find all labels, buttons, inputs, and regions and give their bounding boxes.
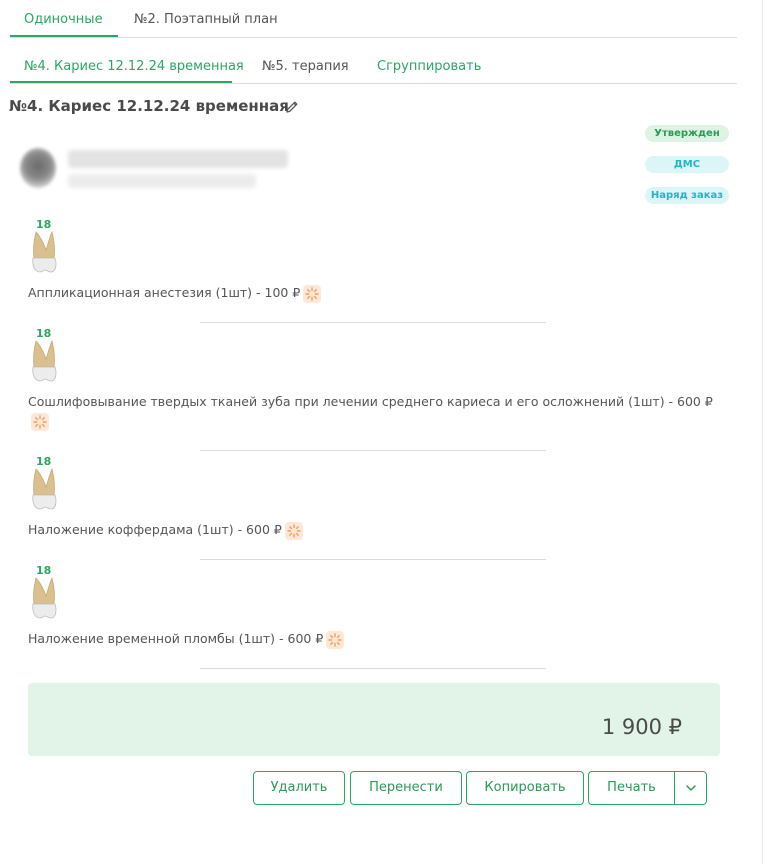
tab-single[interactable]: Одиночные [24, 12, 103, 27]
service-text: Наложение временной пломбы (1шт) - 600 ₽ [28, 631, 324, 646]
status-badge-approved: Утвержден [645, 125, 729, 142]
work-order-badge: Наряд заказ [645, 187, 729, 204]
tooth-icon [32, 467, 57, 510]
patient-name-blurred [68, 150, 288, 168]
active-subtab-indicator [10, 81, 232, 83]
tooth-icon [32, 576, 57, 619]
tooth-icon [32, 339, 57, 382]
service-item: 18 Наложение временной пломбы (1шт) - 60… [28, 564, 728, 664]
service-description: Наложение временной пломбы (1шт) - 600 ₽ [28, 629, 728, 649]
service-item: 18 Сошлифовывание твердых тканей зуба пр… [28, 327, 728, 447]
copy-button[interactable]: Копировать [466, 771, 584, 805]
service-description: Аппликационная анестезия (1шт) - 100 ₽ [28, 283, 728, 303]
service-description: Наложение коффердама (1шт) - 600 ₽ [28, 520, 728, 540]
active-tab-indicator [10, 35, 118, 37]
visit-tabs: №4. Кариес 12.12.24 временная №5. терапи… [10, 48, 737, 84]
gear-icon[interactable] [303, 284, 322, 303]
pencil-icon[interactable] [284, 99, 300, 115]
service-text: Наложение коффердама (1шт) - 600 ₽ [28, 522, 282, 537]
patient-details-blurred [68, 174, 256, 188]
tab-stage-plan[interactable]: №2. Поэтапный план [134, 12, 278, 27]
gear-icon[interactable] [284, 521, 303, 540]
avatar [20, 148, 56, 188]
service-text: Аппликационная анестезия (1шт) - 100 ₽ [28, 285, 301, 300]
right-divider [762, 0, 763, 864]
insurance-badge: ДМС [645, 156, 729, 173]
service-item: 18 Аппликационная анестезия (1шт) - 100 … [28, 218, 728, 328]
print-button[interactable]: Печать [588, 771, 675, 805]
group-link[interactable]: Сгруппировать [377, 59, 481, 74]
move-button[interactable]: Перенести [350, 771, 462, 805]
delete-button[interactable]: Удалить [253, 771, 345, 805]
service-description: Сошлифовывание твердых тканей зуба при л… [28, 392, 728, 431]
gear-icon[interactable] [31, 412, 49, 431]
service-item: 18 Наложение коффердама (1шт) - 600 ₽ [28, 455, 728, 555]
gear-icon[interactable] [326, 630, 345, 649]
plan-tabs: Одиночные №2. Поэтапный план [10, 0, 737, 38]
tooth-icon [32, 230, 57, 273]
service-divider [200, 322, 546, 323]
service-divider [200, 450, 546, 451]
total-amount: 1 900 ₽ [601, 715, 682, 739]
total-panel: 1 900 ₽ [28, 683, 720, 756]
print-options-dropdown[interactable] [674, 771, 707, 805]
service-divider [200, 559, 546, 560]
tab-visit-5[interactable]: №5. терапия [262, 59, 349, 74]
service-divider [200, 668, 546, 669]
tab-visit-4[interactable]: №4. Кариес 12.12.24 временная [24, 59, 244, 74]
visit-title: №4. Кариес 12.12.24 временная [9, 97, 289, 115]
chevron-down-icon [685, 785, 696, 791]
service-text: Сошлифовывание твердых тканей зуба при л… [28, 394, 713, 409]
